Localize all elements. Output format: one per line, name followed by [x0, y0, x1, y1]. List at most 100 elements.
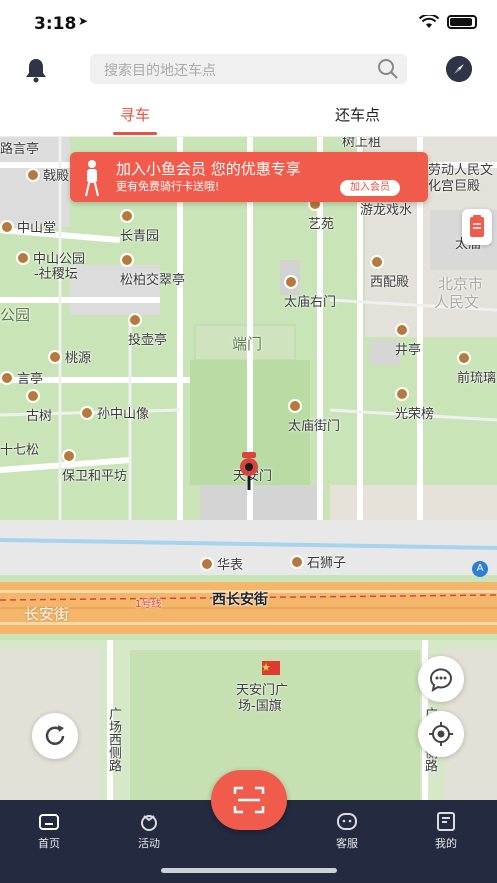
map-label: 艺苑	[308, 197, 334, 232]
map-label: 古树	[26, 389, 52, 424]
map-label: 前琉璃	[457, 351, 496, 386]
map-label-text: 孙中山像	[97, 407, 150, 422]
service-face-icon	[337, 813, 357, 830]
poi-icon	[284, 275, 298, 289]
nav-service-label: 客服	[336, 837, 358, 850]
status-indicators	[419, 15, 477, 29]
map-label: 华表	[200, 554, 243, 573]
map-label-text: 言亭	[17, 372, 44, 387]
map-label: 场-国旗	[238, 699, 282, 714]
poi-icon	[370, 255, 384, 269]
locate-me-button[interactable]	[418, 711, 464, 757]
poi-icon	[128, 313, 142, 327]
map-label-text: 投壶亭	[128, 333, 168, 348]
home-indicator	[161, 868, 337, 873]
order-clipboard-button[interactable]	[462, 209, 492, 245]
map-label: 十七松	[0, 443, 40, 458]
map-label-text: 前琉璃	[457, 371, 497, 386]
map-label-text: 保卫和平坊	[62, 469, 128, 484]
wifi-icon	[419, 15, 439, 28]
map-label: 广场西侧路	[106, 707, 121, 772]
refresh-icon	[45, 725, 65, 745]
bell-icon[interactable]	[22, 56, 50, 84]
map-label: 投壶亭	[128, 313, 167, 348]
subway-exit-badge: A	[472, 561, 488, 577]
compass-icon[interactable]	[446, 56, 472, 82]
nav-activity[interactable]: 活动	[119, 812, 179, 851]
map-label: 太庙街门	[288, 399, 340, 434]
tab-find-car[interactable]: 寻车	[120, 104, 150, 125]
poi-icon	[457, 351, 471, 365]
mode-tabs: 寻车 还车点	[0, 90, 497, 137]
scan-unlock-button[interactable]	[211, 770, 287, 830]
map-label: 石狮子	[290, 552, 346, 571]
poi-icon	[288, 399, 302, 413]
poi-icon	[80, 406, 94, 420]
poi-icon	[26, 168, 40, 182]
poi-icon	[290, 555, 304, 569]
scan-icon	[233, 786, 265, 814]
bike-location-marker-icon[interactable]	[236, 452, 262, 492]
map-label: 长青园	[120, 209, 159, 244]
refresh-button[interactable]	[32, 713, 78, 759]
poi-icon	[0, 371, 14, 385]
poi-icon	[16, 251, 30, 265]
search-input[interactable]: 搜索目的地还车点	[90, 54, 407, 84]
search-icon[interactable]	[377, 58, 399, 80]
map-label: 井亭	[395, 323, 421, 358]
active-tab-indicator	[113, 132, 157, 135]
nav-service[interactable]: 客服	[317, 812, 377, 851]
nav-mine[interactable]: 我的	[416, 812, 476, 851]
search-placeholder: 搜索目的地还车点	[104, 63, 216, 79]
nav-home-label: 首页	[38, 837, 60, 850]
chat-bubble-icon	[430, 668, 452, 693]
map-label: 长安街	[24, 605, 70, 623]
map-label: 公园	[0, 306, 31, 324]
poi-icon	[62, 449, 76, 463]
map-label-text: 桃源	[65, 351, 92, 366]
banner-subtitle: 更有免费骑行卡送哦!	[116, 180, 220, 193]
map-label: 光荣榜	[395, 387, 434, 422]
battery-icon	[447, 15, 477, 29]
poi-icon	[395, 387, 409, 401]
map-label: 太庙右门	[284, 275, 336, 310]
map-label-text: 戟殿	[43, 169, 70, 184]
nav-activity-label: 活动	[138, 837, 160, 850]
map-label: 人民文	[434, 293, 480, 311]
status-bar: 3:18 ➤	[0, 0, 497, 48]
map-label: 言亭	[0, 368, 43, 387]
header: 搜索目的地还车点	[0, 48, 497, 90]
map-label-text: 太庙街门	[288, 419, 341, 434]
nav-home[interactable]: 首页	[19, 812, 79, 851]
poi-icon	[120, 209, 134, 223]
map-label-text: 华表	[217, 558, 244, 573]
tab-return-point[interactable]: 还车点	[335, 104, 380, 125]
profile-doc-icon	[437, 812, 455, 831]
map-label: 路言亭	[0, 142, 40, 157]
poi-icon	[395, 323, 409, 337]
map-label-text: 古树	[26, 409, 53, 424]
map-label: 松柏交翠亭	[120, 253, 185, 288]
map-label: 端门	[232, 335, 263, 353]
map-label: 戟殿	[26, 165, 69, 184]
map-label: 保卫和平坊	[62, 449, 127, 484]
customer-service-button[interactable]	[418, 656, 464, 702]
member-promo-banner[interactable]: 加入小鱼会员 您的优惠专享 更有免费骑行卡送哦! 加入会员	[70, 152, 428, 202]
map-label-text: 松柏交翠亭	[120, 273, 186, 288]
flag-icon	[262, 661, 280, 675]
map-label-text: 中山堂	[17, 221, 57, 236]
join-member-button[interactable]: 加入会员	[340, 180, 400, 196]
map-label: 1号线	[135, 599, 162, 610]
map-label: 中山堂	[0, 217, 56, 236]
crosshair-icon	[429, 722, 453, 746]
map-label-text: 太庙右门	[284, 295, 337, 310]
map-label-text: 石狮子	[307, 556, 347, 571]
person-illustration-icon	[85, 160, 99, 197]
poi-icon	[48, 350, 62, 364]
map-label: -社稷坛	[34, 267, 78, 282]
map-label: 树上租	[342, 137, 382, 150]
map-label: 桃源	[48, 347, 91, 366]
clipboard-icon	[470, 215, 484, 237]
banner-title: 加入小鱼会员 您的优惠专享	[116, 160, 301, 178]
map-label-text: 西配殿	[370, 275, 410, 290]
